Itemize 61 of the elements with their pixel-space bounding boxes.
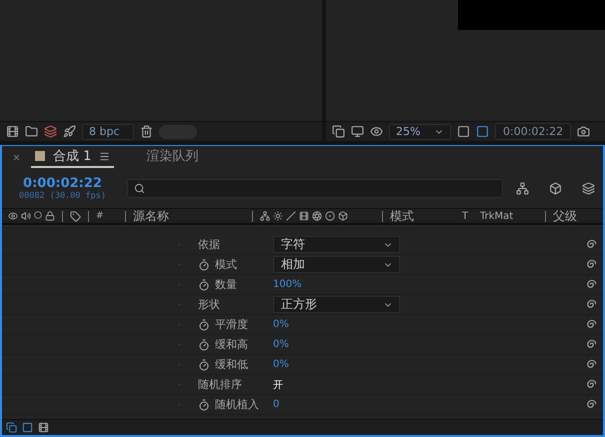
sun-icon (273, 211, 283, 221)
layers-icon[interactable] (582, 182, 595, 194)
property-value[interactable]: 0 (273, 399, 280, 410)
stopwatch-icon[interactable] (198, 258, 210, 270)
property-value[interactable]: 0% (273, 319, 289, 330)
property-name: 随机排序 (198, 377, 242, 392)
column-header: 父级 (553, 208, 578, 224)
cube-icon (338, 211, 348, 221)
lock-icon (45, 211, 55, 221)
current-time[interactable]: 0:00:02:22 (23, 176, 102, 190)
stopwatch-icon[interactable] (198, 358, 210, 370)
column-header: T (462, 210, 470, 222)
property-dropdown[interactable]: 相加 (273, 256, 400, 273)
frame-info: 00082 (30.00 fps) (19, 190, 106, 200)
trash-icon[interactable] (140, 125, 153, 138)
property-value[interactable]: 0% (273, 359, 289, 370)
column-header: 模式 (390, 208, 415, 224)
column-header: # (96, 211, 105, 221)
property-name: 随机植入 (215, 397, 259, 412)
tag-icon (70, 210, 81, 222)
search-field[interactable] (127, 178, 503, 198)
slash-icon (286, 211, 296, 221)
stopwatch-icon[interactable] (198, 278, 210, 290)
flowchart-icon[interactable] (516, 182, 529, 194)
menu-icon[interactable] (99, 150, 110, 162)
audio-icon (21, 211, 31, 221)
close-icon[interactable] (12, 152, 21, 162)
property-dropdown[interactable]: 字符 (273, 236, 400, 253)
eye-icon (8, 211, 18, 221)
property-value[interactable]: 100% (273, 279, 302, 290)
view-options-icon[interactable] (370, 125, 383, 138)
rocket-icon[interactable] (63, 125, 76, 138)
solo-icon (34, 211, 42, 221)
property-name: 依据 (198, 237, 220, 252)
property-value[interactable]: 0% (273, 339, 289, 350)
search-icon (134, 182, 145, 194)
property-name: 模式 (215, 257, 237, 272)
stopwatch-icon[interactable] (198, 398, 210, 410)
panel-tab[interactable]: 渲染队列 (142, 146, 202, 168)
column-header: TrkMat (480, 210, 514, 222)
property-name: 缓和低 (215, 357, 248, 372)
property-name: 缓和高 (215, 337, 248, 352)
folder-icon[interactable] (25, 125, 38, 138)
zoom-dropdown[interactable]: 25% (389, 124, 451, 140)
bpc-field[interactable]: 8 bpc (82, 124, 134, 140)
film-icon (299, 211, 309, 221)
timecode-field[interactable]: 0:00:02:22 (495, 123, 572, 140)
property-value[interactable]: 开 (273, 378, 283, 392)
region-icon[interactable] (457, 125, 470, 138)
snapshot-stack-icon[interactable] (332, 125, 345, 138)
stopwatch-icon[interactable] (198, 318, 210, 330)
property-name: 形状 (198, 297, 220, 312)
monitor-icon[interactable] (351, 125, 364, 138)
property-name: 平滑度 (215, 317, 248, 332)
stopwatch-icon[interactable] (198, 338, 210, 350)
property-dropdown[interactable]: 正方形 (273, 296, 400, 313)
column-header: 源名称 (133, 208, 170, 224)
property-name: 数量 (215, 277, 237, 292)
cube-icon[interactable] (549, 182, 562, 194)
camera-icon[interactable] (577, 125, 590, 138)
panel-tab[interactable]: 合成 1 (31, 146, 114, 168)
